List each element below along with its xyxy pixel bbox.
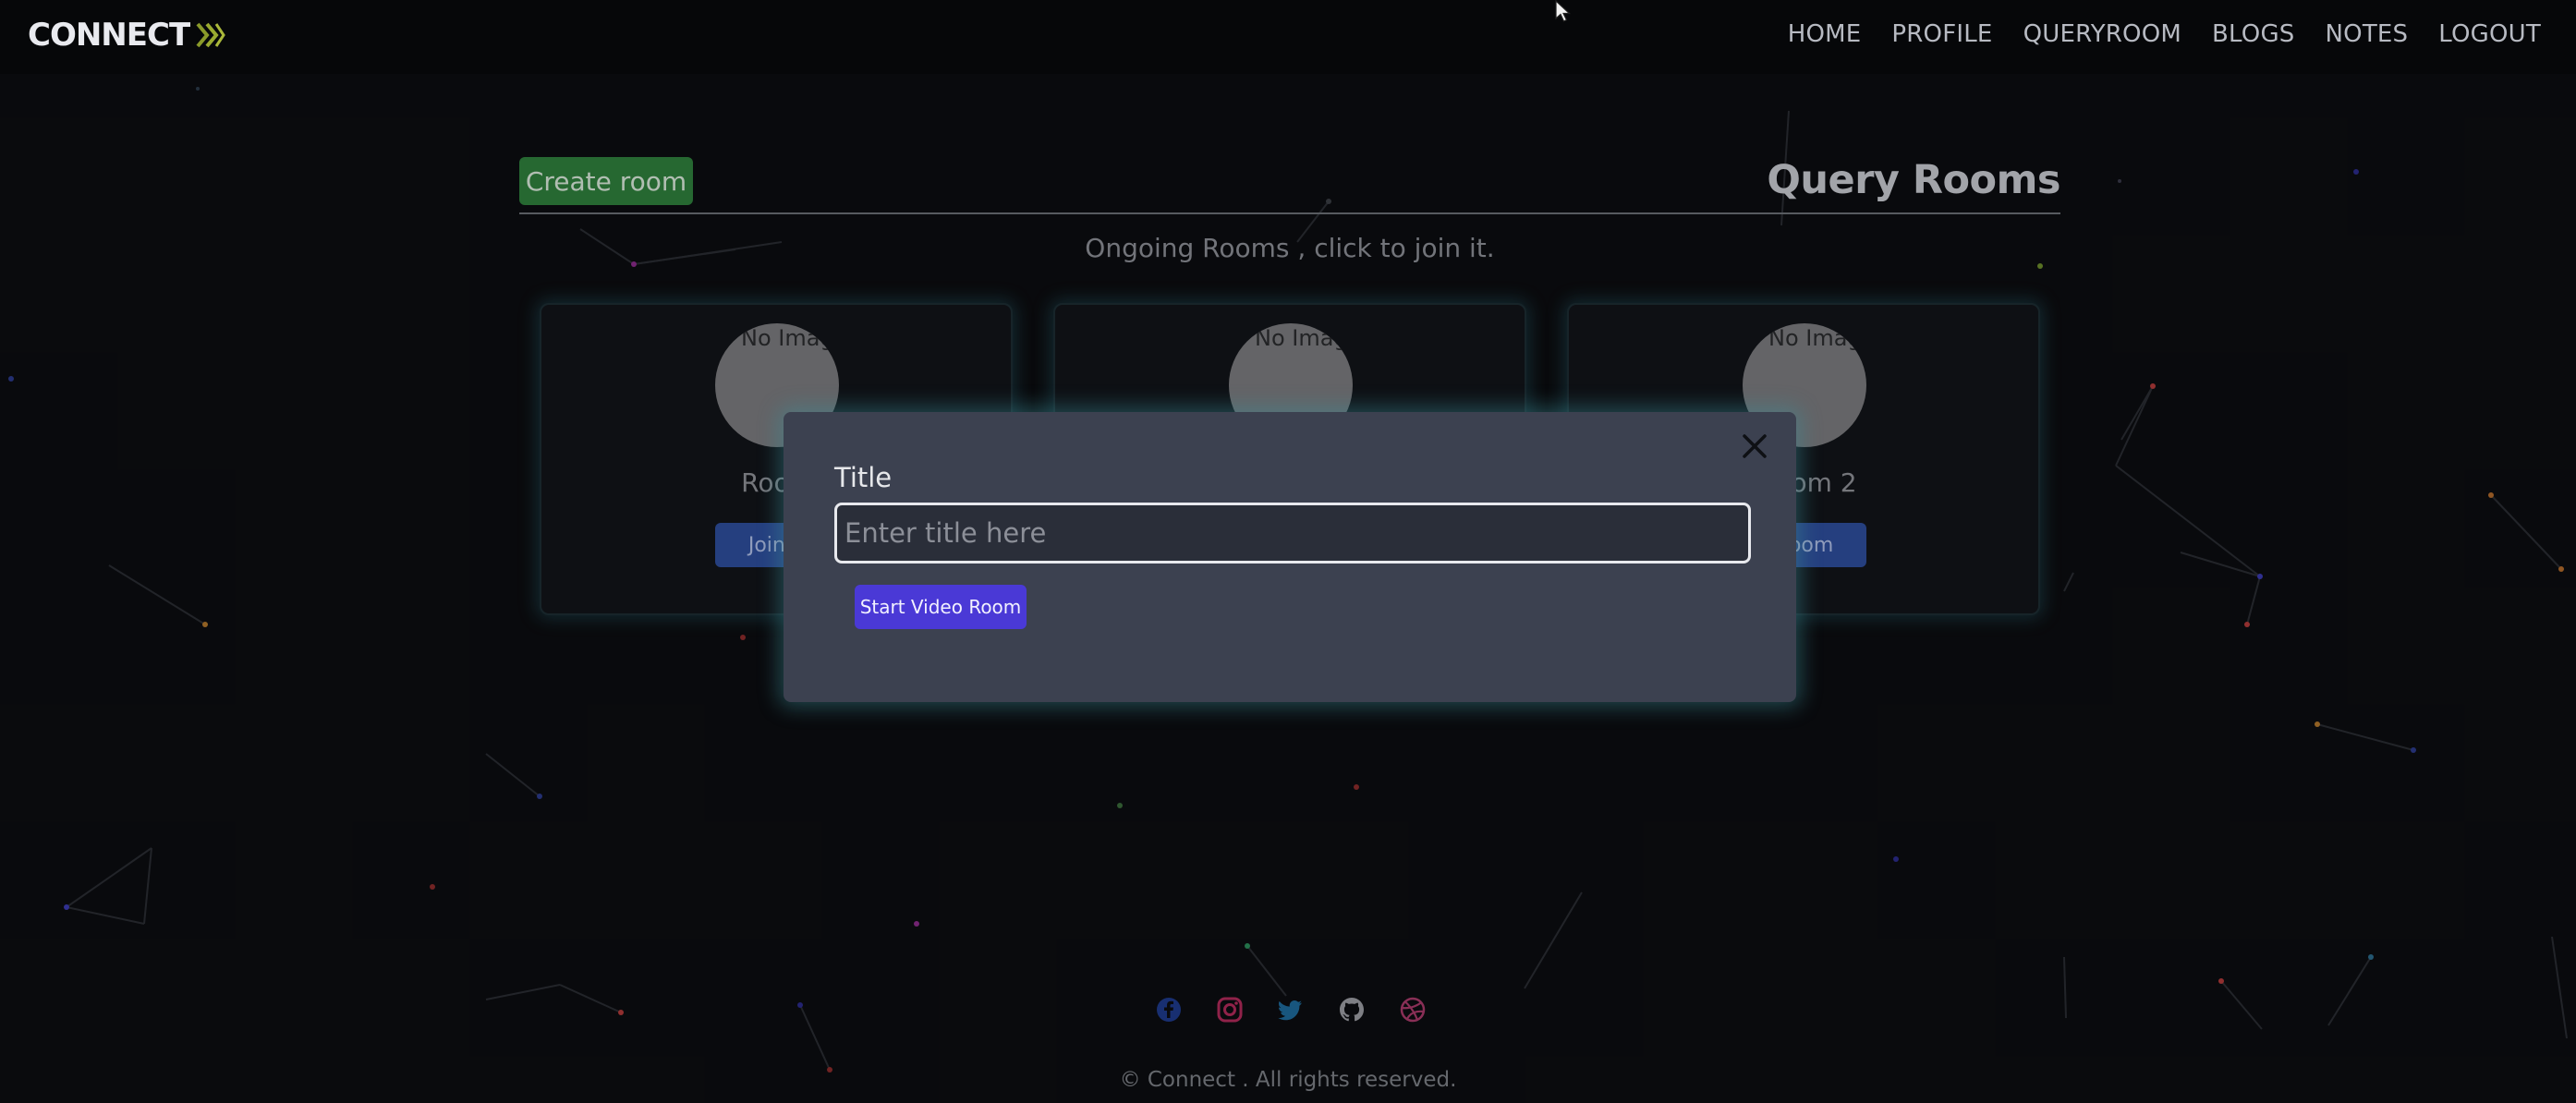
brand-logo[interactable]: CONNECT (28, 17, 226, 54)
nav-links: HOME PROFILE QUERYROOM BLOGS NOTES LOGOU… (1788, 20, 2541, 48)
close-icon[interactable] (1737, 429, 1772, 464)
create-room-modal: Title Start Video Room (784, 412, 1796, 702)
chevrons-right-icon (196, 22, 225, 48)
start-video-room-button[interactable]: Start Video Room (855, 585, 1027, 629)
nav-blogs[interactable]: BLOGS (2212, 20, 2295, 48)
brand-name: CONNECT (28, 17, 190, 54)
nav-logout[interactable]: LOGOUT (2438, 20, 2541, 48)
nav-profile[interactable]: PROFILE (1891, 20, 1992, 48)
nav-home[interactable]: HOME (1788, 20, 1862, 48)
title-input[interactable] (834, 503, 1751, 564)
top-navbar: CONNECT HOME PROFILE QUERYROOM BLOGS NOT… (0, 0, 2576, 74)
mouse-cursor-icon (1555, 0, 1572, 22)
nav-queryroom[interactable]: QUERYROOM (2023, 20, 2181, 48)
title-label: Title (834, 462, 893, 493)
nav-notes[interactable]: NOTES (2326, 20, 2409, 48)
